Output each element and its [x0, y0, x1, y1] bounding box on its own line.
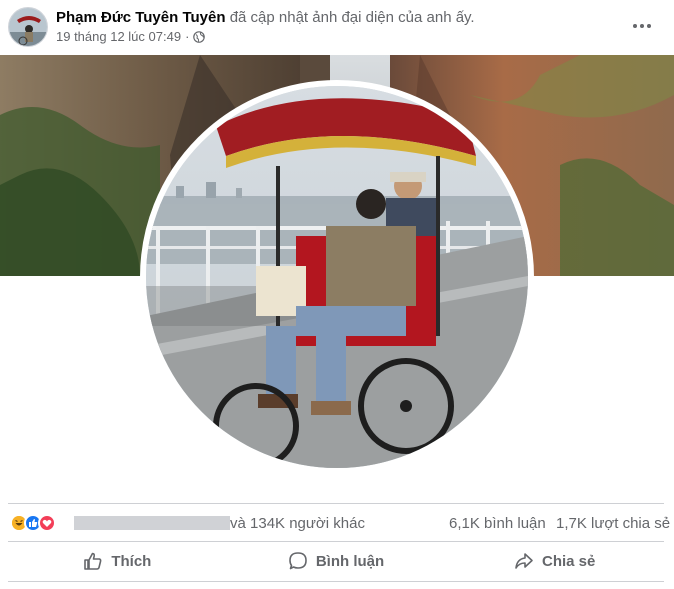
- reaction-icons[interactable]: [10, 514, 56, 532]
- comment-count[interactable]: 6,1K bình luận: [449, 515, 546, 532]
- reactions-row: và 134K người khác 6,1K bình luận 1,7K l…: [0, 505, 674, 541]
- more-options-icon: [633, 24, 651, 28]
- post-meta: 19 tháng 12 lúc 07:49 ·: [56, 29, 206, 45]
- globe-icon[interactable]: [193, 31, 206, 43]
- divider-middle: [8, 541, 664, 542]
- share-button[interactable]: Chia sẻ: [445, 543, 664, 579]
- share-button-label: Chia sẻ: [542, 552, 596, 570]
- reaction-summary[interactable]: và 134K người khác: [230, 515, 365, 532]
- love-reaction-icon: [38, 514, 56, 532]
- author-name[interactable]: Phạm Đức Tuyên Tuyên: [56, 9, 226, 26]
- post-timestamp[interactable]: 19 tháng 12 lúc 07:49: [56, 29, 181, 45]
- comment-icon: [289, 552, 307, 570]
- divider-bottom: [8, 581, 664, 582]
- comment-button-label: Bình luận: [315, 552, 385, 570]
- profile-update-post: Phạm Đức Tuyên Tuyên đã cập nhật ảnh đại…: [0, 0, 674, 589]
- profile-picture[interactable]: [140, 80, 534, 474]
- like-button-label: Thích: [111, 552, 152, 570]
- author-avatar[interactable]: [8, 7, 48, 47]
- share-icon: [515, 553, 533, 569]
- more-options-button[interactable]: [628, 12, 656, 40]
- like-button[interactable]: Thích: [8, 543, 227, 579]
- blurred-reactor-names: [74, 516, 230, 530]
- comment-button[interactable]: Bình luận: [227, 543, 446, 579]
- meta-separator: ·: [185, 29, 190, 44]
- share-count[interactable]: 1,7K lượt chia sẻ: [556, 515, 670, 532]
- divider-top: [8, 503, 664, 504]
- thumbs-up-icon: [84, 552, 102, 570]
- post-action-text: đã cập nhật ảnh đại diện của anh ấy.: [229, 9, 475, 26]
- post-header: Phạm Đức Tuyên Tuyên đã cập nhật ảnh đại…: [0, 0, 674, 55]
- post-actions: Thích Bình luận Chia sẻ: [8, 543, 664, 579]
- author-line: Phạm Đức Tuyên Tuyên đã cập nhật ảnh đại…: [56, 8, 475, 27]
